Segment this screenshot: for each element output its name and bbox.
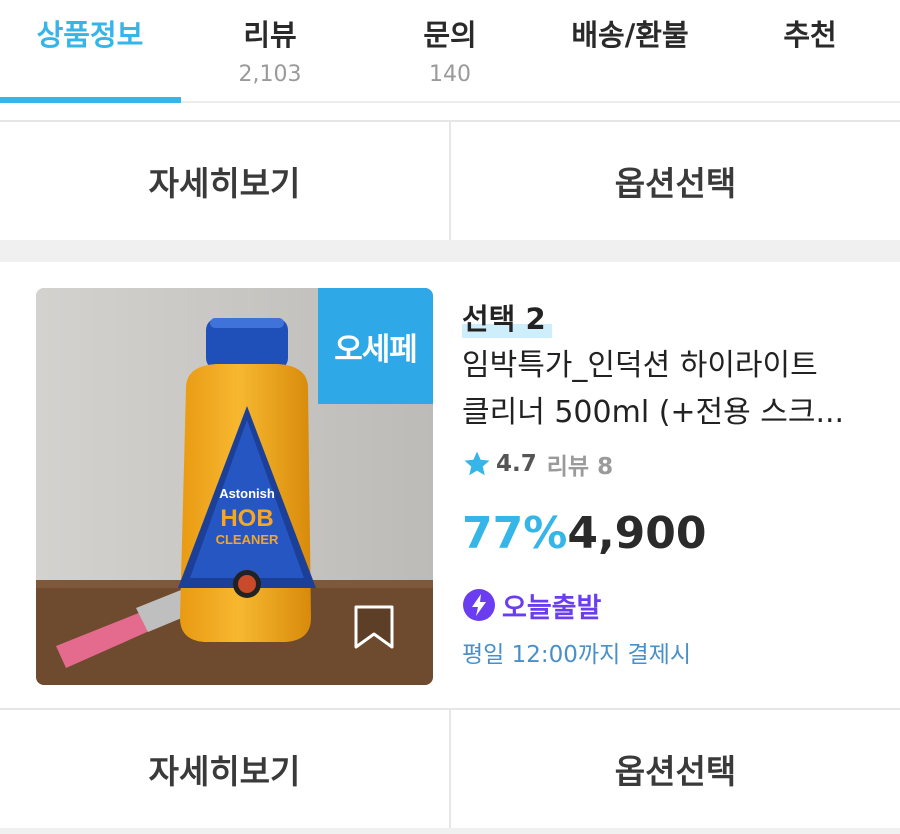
product-title-line: 클리너 500ml (+전용 스크...: [462, 395, 845, 430]
action-row-bottom: 자세히보기 옵션선택: [0, 708, 900, 828]
tab-reviews[interactable]: 리뷰 2,103: [180, 0, 360, 103]
shipping-note: 평일 12:00까지 결제시: [462, 642, 692, 668]
tab-label: 문의: [423, 18, 477, 52]
tab-label: 배송/환불: [571, 18, 689, 52]
tab-shipping-refund[interactable]: 배송/환불: [540, 0, 720, 103]
image-product-text-2: CLEANER: [216, 532, 279, 547]
lightning-icon: [463, 589, 495, 621]
option-select-button[interactable]: 옵션선택: [449, 710, 900, 828]
option-select-button[interactable]: 옵션선택: [449, 122, 900, 240]
product-title[interactable]: 임박특가_인덕션 하이라이트 클리너 500ml (+전용 스크...: [462, 342, 882, 436]
tab-label: 추천: [783, 18, 837, 52]
star-icon: [464, 451, 490, 476]
bookmark-icon[interactable]: [352, 604, 396, 650]
tab-count: 140: [429, 62, 471, 87]
shipping-label: 오늘출발: [502, 592, 602, 624]
tab-label: 리뷰: [243, 18, 297, 52]
rating-row: 4.7 리뷰 8: [462, 448, 613, 480]
tab-inquiries[interactable]: 문의 140: [360, 0, 540, 103]
image-product-text-1: HOB: [220, 505, 273, 532]
detail-button[interactable]: 자세히보기: [0, 710, 449, 828]
action-row-top: 자세히보기 옵션선택: [0, 120, 900, 240]
option-label: 선택 2: [462, 302, 546, 336]
sale-price: 4,900: [567, 508, 707, 559]
product-tabs: 상품정보 리뷰 2,103 문의 140 배송/환불 추천: [0, 0, 900, 103]
tab-recommend[interactable]: 추천: [720, 0, 900, 103]
rating-value: 4.7: [496, 451, 537, 477]
shipping-row: 오늘출발: [462, 585, 601, 625]
discount-rate: 77%: [462, 508, 568, 559]
tab-count: 2,103: [238, 62, 302, 87]
tab-label: 상품정보: [36, 18, 144, 52]
image-brand-text: Astonish: [219, 486, 275, 501]
active-tab-indicator: [0, 97, 181, 103]
price-row: 77% 4,900: [462, 508, 707, 559]
product-title-line: 임박특가_인덕션 하이라이트: [462, 348, 818, 383]
review-count[interactable]: 리뷰 8: [547, 447, 613, 481]
section-divider: [0, 828, 900, 834]
tab-product-info[interactable]: 상품정보: [0, 0, 180, 103]
detail-button[interactable]: 자세히보기: [0, 122, 449, 240]
section-divider: [0, 240, 900, 262]
promo-badge: 오세페: [318, 288, 433, 404]
